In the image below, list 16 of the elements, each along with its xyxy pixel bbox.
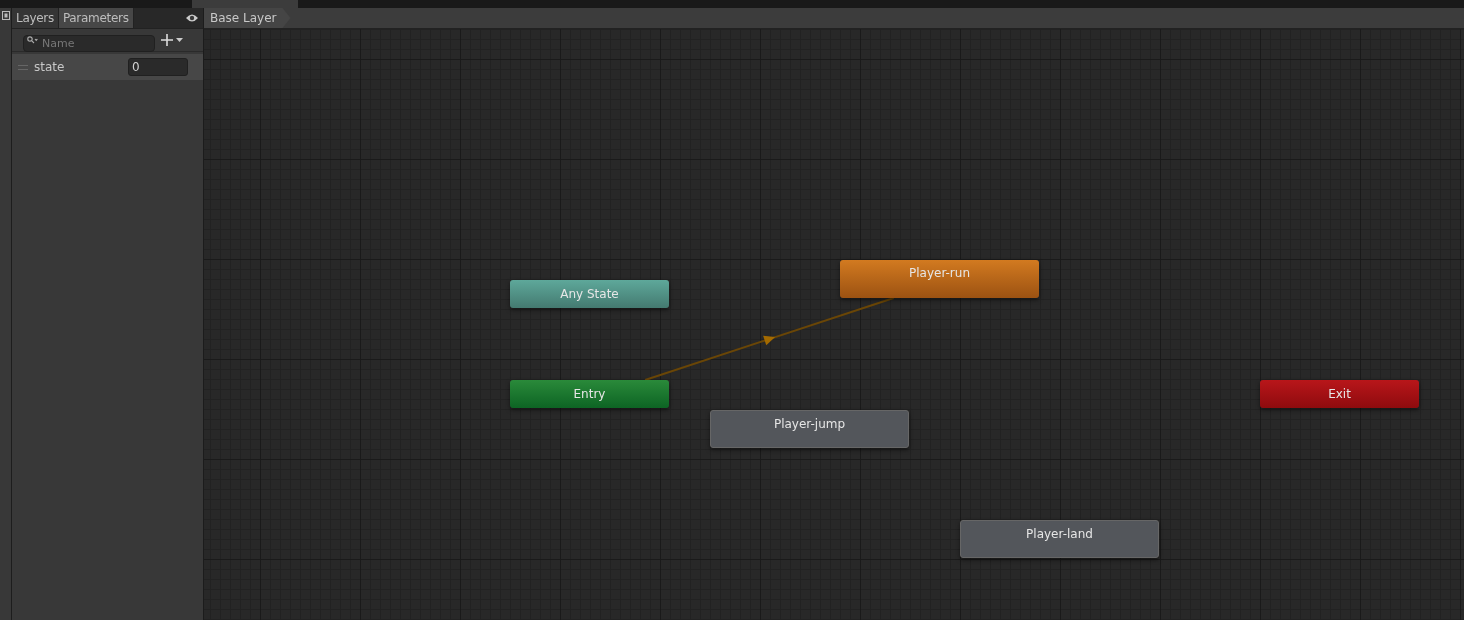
panel-tab[interactable]: Layers bbox=[12, 8, 59, 28]
maximize-icon[interactable] bbox=[1, 11, 10, 20]
search-icon bbox=[27, 35, 38, 44]
parameter-name: state bbox=[34, 60, 66, 74]
parameter-value-field[interactable]: 0 bbox=[128, 58, 188, 76]
drag-handle-icon[interactable] bbox=[18, 64, 28, 70]
state-node[interactable]: Entry bbox=[510, 380, 669, 408]
eye-icon[interactable] bbox=[185, 13, 199, 23]
add-icon[interactable] bbox=[161, 33, 183, 47]
state-node[interactable]: Player-run bbox=[840, 260, 1039, 298]
breadcrumb[interactable]: Base Layer bbox=[204, 8, 291, 28]
state-node[interactable]: Player-land bbox=[960, 520, 1159, 558]
panel-tab[interactable]: Parameters bbox=[58, 8, 134, 28]
search-field[interactable]: Name bbox=[23, 34, 155, 52]
state-node[interactable]: Exit bbox=[1260, 380, 1419, 408]
state-node[interactable]: Player-jump bbox=[710, 410, 909, 448]
